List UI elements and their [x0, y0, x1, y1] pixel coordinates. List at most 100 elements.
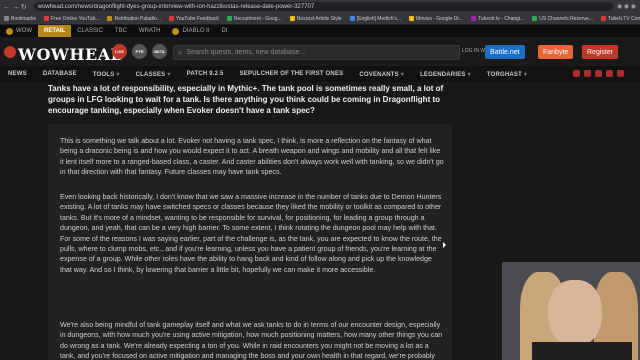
- nav-item-label: TORGHAST: [486, 71, 522, 78]
- site-header: WOWHEAD LIVE PTR BETA ⌕ Search quests, i…: [0, 37, 640, 66]
- nav-item[interactable]: PATCH 9.2.5: [179, 71, 232, 77]
- bookmark-favicon-icon: [409, 16, 415, 21]
- chevron-down-icon: ▾: [467, 71, 471, 78]
- game-tab[interactable]: CLASSIC: [71, 25, 109, 37]
- bookmark-favicon-icon: [4, 16, 9, 21]
- game-logo-icon: [6, 27, 13, 35]
- wowhead-logo-icon[interactable]: [4, 46, 16, 58]
- bookmark-label: US Channels Reserve...: [539, 15, 593, 22]
- nav-item-label: DATABASE: [42, 71, 77, 77]
- bookmark-favicon-icon: [107, 16, 113, 21]
- nav-item[interactable]: CLASSES ▾: [128, 71, 179, 78]
- bookmark-label: [English] Medivh's...: [356, 15, 402, 22]
- bookmark-item[interactable]: [English] Medivh's...: [346, 16, 405, 22]
- bookmark-item[interactable]: Noxicist Article Style: [286, 16, 346, 22]
- bookmark-label: Tubestr.tv - Changi...: [478, 15, 525, 22]
- answer-paragraph: Even looking back historically, I don't …: [60, 193, 442, 274]
- fanbyte-label: Fanbyte: [543, 48, 569, 56]
- bookmark-item[interactable]: Free Online YouTub...: [40, 16, 103, 22]
- bookmark-favicon-icon: [600, 16, 606, 21]
- answer-paragraph: We're also being mindful of tank gamepla…: [60, 321, 443, 360]
- game-tab[interactable]: RETAIL: [38, 25, 72, 37]
- nav-item-label: TOOLS: [92, 71, 115, 78]
- bookmark-label: TubeIt.TV Commu...: [607, 15, 640, 22]
- bookmark-label: Retribution Paladin...: [114, 15, 161, 22]
- battlenet-label: Battle.net: [490, 48, 520, 56]
- discord-icon[interactable]: [617, 70, 624, 77]
- bookmark-favicon-icon: [226, 16, 232, 21]
- interview-question: Tanks have a lot of responsibility, espe…: [48, 84, 444, 115]
- main-nav: NEWS DATABASE TOOLS ▾ CLASSES ▾ PATCH 9.2.5 SEP…: [0, 66, 640, 83]
- nav-item-label: COVENANTS: [359, 71, 399, 78]
- register-button[interactable]: Register: [582, 45, 619, 59]
- bookmark-favicon-icon: [349, 16, 355, 21]
- streamer-face: [548, 280, 602, 346]
- bookmark-favicon-icon: [168, 16, 174, 21]
- mouse-cursor-icon: [443, 242, 446, 248]
- bookmark-label: Bookmarks: [11, 15, 37, 22]
- nav-item[interactable]: TOOLS ▾: [85, 71, 128, 78]
- bookmark-favicon-icon: [44, 16, 50, 21]
- beta-pill[interactable]: BETA: [152, 44, 167, 59]
- game-tab[interactable]: DIABLO II: [166, 25, 215, 37]
- nav-item[interactable]: TORGHAST ▾: [479, 71, 535, 78]
- webcam-overlay: [502, 262, 640, 360]
- ptr-pill[interactable]: PTR: [132, 44, 147, 59]
- site-search[interactable]: ⌕ Search quests, items, new database...: [173, 45, 460, 60]
- bookmark-item[interactable]: Movies - Google Dr...: [405, 16, 467, 22]
- bookmark-item[interactable]: Bookmarks: [0, 16, 40, 22]
- nav-item[interactable]: DATABASE: [35, 71, 85, 77]
- game-tab-label: DIABLO II: [182, 28, 210, 34]
- social-links: [569, 70, 624, 77]
- site-logo[interactable]: WOWHEAD: [18, 45, 125, 64]
- bookmark-favicon-icon: [532, 16, 538, 21]
- bookmark-item[interactable]: Retribution Paladin...: [103, 16, 164, 22]
- facebook-icon[interactable]: [584, 70, 591, 77]
- search-icon: ⌕: [178, 47, 183, 57]
- nav-item[interactable]: NEWS: [0, 71, 35, 77]
- nav-item-label: SEPULCHER OF THE FIRST ONES: [239, 71, 344, 77]
- battlenet-button[interactable]: Battle.net: [485, 45, 525, 59]
- bookmark-label: Movies - Google Dr...: [416, 15, 463, 22]
- live-pill[interactable]: LIVE: [112, 44, 127, 59]
- youtube-icon[interactable]: [595, 70, 602, 77]
- bookmark-label: Noxicist Article Style: [296, 15, 342, 22]
- nav-item-label: PATCH 9.2.5: [186, 71, 224, 77]
- fanbyte-button[interactable]: Fanbyte: [538, 45, 574, 59]
- game-tab[interactable]: WRATH: [133, 25, 167, 37]
- bookmark-label: YouTube Feedback: [175, 15, 219, 22]
- extensions-icon[interactable]: ◉ ◉ ◉: [617, 3, 640, 10]
- answer-box: This is something we talk about a lot. E…: [48, 124, 452, 360]
- game-tab-label: WRATH: [138, 28, 161, 34]
- twitch-icon[interactable]: [606, 70, 613, 77]
- url-text: wowhead.com/news/dragonflight-dyes-group…: [37, 3, 315, 10]
- chevron-down-icon: ▾: [116, 71, 120, 78]
- twitter-icon[interactable]: [573, 70, 580, 77]
- game-tab[interactable]: DI: [216, 25, 234, 37]
- address-bar[interactable]: wowhead.com/news/dragonflight-dyes-group…: [33, 2, 613, 11]
- bookmark-item[interactable]: TubeIt.TV Commu...: [597, 16, 640, 22]
- nav-item[interactable]: SEPULCHER OF THE FIRST ONES: [232, 71, 352, 77]
- bookmark-favicon-icon: [471, 16, 476, 21]
- game-tab[interactable]: TBC: [109, 25, 133, 37]
- chevron-down-icon: ▾: [524, 71, 528, 78]
- bookmark-item[interactable]: YouTube Feedback: [165, 16, 223, 22]
- nav-item-label: CLASSES: [135, 71, 166, 78]
- bookmark-item[interactable]: US Channels Reserve...: [528, 16, 597, 22]
- bookmark-item[interactable]: Tubestr.tv - Changi...: [467, 16, 528, 22]
- bookmarks-bar: Bookmarks Free Online YouTub... Retributio…: [0, 13, 640, 25]
- nav-item[interactable]: COVENANTS ▾: [351, 71, 412, 78]
- game-logo-icon: [172, 27, 180, 35]
- game-tab-label: RETAIL: [44, 28, 66, 34]
- bookmark-item[interactable]: Recruitment - Goog...: [223, 16, 286, 22]
- bookmark-label: Recruitment - Goog...: [233, 15, 282, 22]
- game-tab[interactable]: WOW: [0, 25, 38, 37]
- nav-item[interactable]: LEGENDARIES ▾: [412, 71, 479, 78]
- nav-item-label: LEGENDARIES: [420, 71, 466, 78]
- bookmark-label: Free Online YouTub...: [51, 15, 100, 22]
- browser-nav-buttons[interactable]: ← → ↻: [0, 3, 30, 11]
- chevron-down-icon: ▾: [167, 71, 171, 78]
- chevron-down-icon: ▾: [400, 71, 405, 78]
- nav-item-label: NEWS: [8, 71, 27, 77]
- search-input[interactable]: Search quests, items, new database...: [186, 49, 305, 56]
